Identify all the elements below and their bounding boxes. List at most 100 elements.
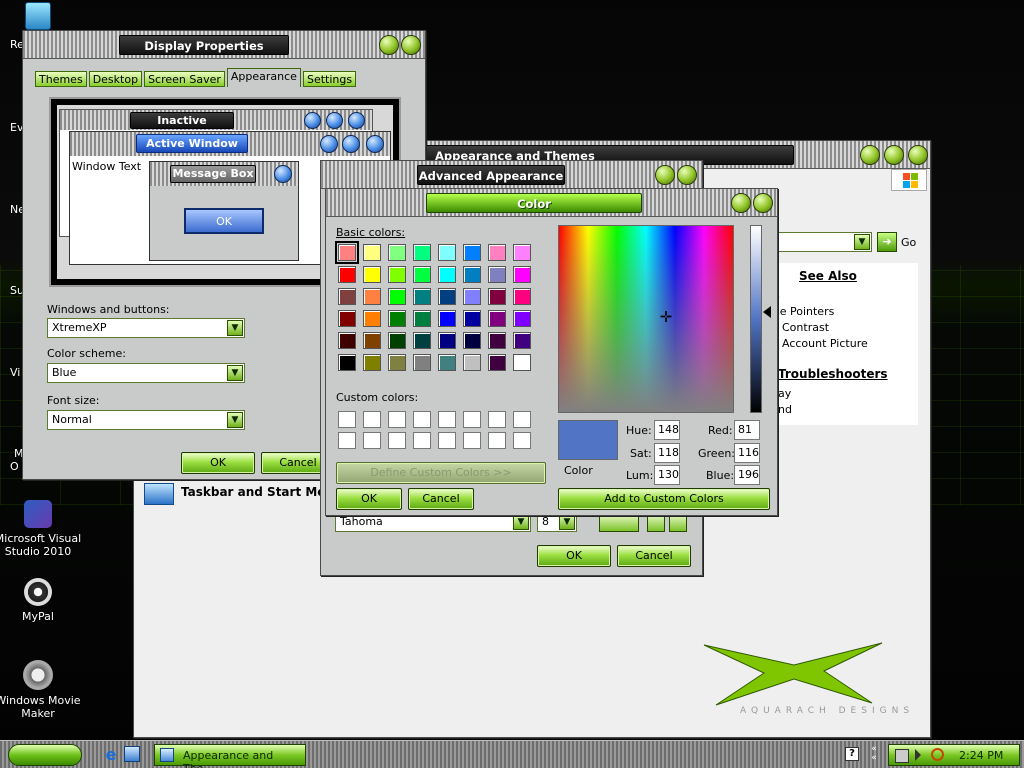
task-appearance-themes[interactable]: Appearance and The... bbox=[154, 744, 306, 768]
green-input[interactable]: 116 bbox=[734, 443, 760, 463]
color-spectrum[interactable] bbox=[558, 225, 734, 413]
basic-color-swatch[interactable] bbox=[513, 354, 531, 371]
basic-color-swatch[interactable] bbox=[388, 288, 406, 305]
ok-button[interactable]: OK bbox=[181, 452, 255, 474]
luminance-slider[interactable] bbox=[750, 225, 762, 413]
see-also-link[interactable]: Contrast bbox=[782, 321, 829, 334]
basic-color-swatch[interactable] bbox=[463, 288, 481, 305]
custom-color-swatch[interactable] bbox=[488, 432, 506, 449]
custom-color-swatch[interactable] bbox=[363, 432, 381, 449]
help-tray-icon[interactable]: ? bbox=[845, 747, 859, 761]
basic-color-swatch[interactable] bbox=[438, 266, 456, 283]
sat-input[interactable]: 118 bbox=[654, 443, 680, 463]
basic-color-swatch[interactable] bbox=[513, 310, 531, 327]
basic-color-swatch[interactable] bbox=[388, 266, 406, 283]
basic-color-swatch[interactable] bbox=[363, 332, 381, 349]
close-button[interactable] bbox=[908, 145, 928, 165]
basic-color-swatch[interactable] bbox=[363, 244, 381, 261]
basic-color-swatch[interactable] bbox=[338, 354, 356, 371]
close-button[interactable] bbox=[677, 165, 697, 185]
custom-color-swatch[interactable] bbox=[363, 411, 381, 428]
lum-input[interactable]: 130 bbox=[654, 465, 680, 485]
windows-buttons-select[interactable]: XtremeXP ▼ bbox=[47, 318, 245, 338]
basic-color-swatch[interactable] bbox=[413, 354, 431, 371]
basic-color-swatch[interactable] bbox=[488, 266, 506, 283]
basic-color-swatch[interactable] bbox=[363, 266, 381, 283]
close-button[interactable] bbox=[401, 35, 421, 55]
red-input[interactable]: 81 bbox=[734, 420, 760, 440]
basic-color-swatch[interactable] bbox=[413, 244, 431, 261]
custom-color-swatch[interactable] bbox=[338, 432, 356, 449]
tab-settings[interactable]: Settings bbox=[302, 71, 357, 87]
troubleshooter-link[interactable]: ay bbox=[778, 387, 791, 400]
hue-input[interactable]: 148 bbox=[654, 420, 680, 440]
custom-color-swatch[interactable] bbox=[338, 411, 356, 428]
basic-color-swatch[interactable] bbox=[513, 244, 531, 261]
basic-color-swatch[interactable] bbox=[488, 288, 506, 305]
luminance-arrow-icon[interactable] bbox=[763, 306, 771, 318]
basic-color-swatch[interactable] bbox=[513, 332, 531, 349]
custom-color-swatch[interactable] bbox=[413, 432, 431, 449]
ok-button[interactable]: OK bbox=[537, 545, 611, 567]
custom-color-swatch[interactable] bbox=[388, 411, 406, 428]
cancel-button[interactable]: Cancel bbox=[408, 488, 474, 510]
internet-explorer-icon[interactable]: e bbox=[102, 746, 120, 764]
basic-color-swatch[interactable] bbox=[338, 332, 356, 349]
basic-color-swatch[interactable] bbox=[488, 244, 506, 261]
basic-color-swatch[interactable] bbox=[463, 244, 481, 261]
desktop-icon-visual-studio[interactable]: Microsoft Visual Studio 2010 bbox=[0, 500, 83, 558]
start-button[interactable] bbox=[8, 744, 82, 766]
custom-color-swatch[interactable] bbox=[463, 432, 481, 449]
go-button[interactable]: ➜ bbox=[877, 232, 897, 252]
basic-color-swatch[interactable] bbox=[363, 310, 381, 327]
basic-color-swatch[interactable] bbox=[513, 288, 531, 305]
basic-color-swatch[interactable] bbox=[338, 266, 356, 283]
basic-color-swatch[interactable] bbox=[488, 354, 506, 371]
go-label[interactable]: Go bbox=[901, 236, 916, 249]
show-desktop-icon[interactable] bbox=[124, 746, 140, 762]
address-bar[interactable]: ▼ bbox=[774, 232, 872, 252]
basic-color-swatch[interactable] bbox=[438, 332, 456, 349]
tab-appearance[interactable]: Appearance bbox=[226, 68, 301, 87]
custom-color-swatch[interactable] bbox=[488, 411, 506, 428]
define-custom-colors-button[interactable]: Define Custom Colors >> bbox=[336, 462, 546, 484]
help-button[interactable] bbox=[379, 35, 399, 55]
custom-color-swatch[interactable] bbox=[438, 432, 456, 449]
chevron-down-icon[interactable]: ▼ bbox=[854, 234, 870, 250]
basic-color-swatch[interactable] bbox=[463, 354, 481, 371]
help-button[interactable] bbox=[655, 165, 675, 185]
basic-color-swatch[interactable] bbox=[388, 354, 406, 371]
basic-color-swatch[interactable] bbox=[388, 244, 406, 261]
close-button[interactable] bbox=[753, 193, 773, 213]
chevron-down-icon[interactable]: ▼ bbox=[227, 365, 243, 381]
custom-color-swatch[interactable] bbox=[513, 432, 531, 449]
basic-color-swatch[interactable] bbox=[388, 332, 406, 349]
basic-color-swatch[interactable] bbox=[438, 310, 456, 327]
basic-color-swatch[interactable] bbox=[363, 354, 381, 371]
see-also-link[interactable]: Account Picture bbox=[782, 337, 868, 350]
see-also-link[interactable]: se Pointers bbox=[774, 305, 834, 318]
basic-color-swatch[interactable] bbox=[413, 332, 431, 349]
help-button[interactable] bbox=[731, 193, 751, 213]
chevron-down-icon[interactable]: ▼ bbox=[227, 412, 243, 428]
basic-color-swatch[interactable] bbox=[413, 266, 431, 283]
custom-color-swatch[interactable] bbox=[513, 411, 531, 428]
basic-color-swatch[interactable] bbox=[438, 354, 456, 371]
blue-input[interactable]: 196 bbox=[734, 465, 760, 485]
basic-color-swatch[interactable] bbox=[388, 310, 406, 327]
ok-button[interactable]: OK bbox=[336, 488, 402, 510]
custom-color-swatch[interactable] bbox=[463, 411, 481, 428]
tab-desktop[interactable]: Desktop bbox=[88, 71, 143, 87]
custom-color-swatch[interactable] bbox=[438, 411, 456, 428]
custom-color-swatch[interactable] bbox=[388, 432, 406, 449]
basic-color-swatch[interactable] bbox=[463, 266, 481, 283]
basic-color-swatch[interactable] bbox=[463, 310, 481, 327]
recycle-bin-icon[interactable] bbox=[25, 2, 51, 30]
basic-color-swatch[interactable] bbox=[413, 310, 431, 327]
troubleshooter-link[interactable]: nd bbox=[778, 403, 792, 416]
color-scheme-select[interactable]: Blue ▼ bbox=[47, 363, 245, 383]
desktop-icon-label[interactable]: O bbox=[10, 460, 19, 473]
volume-icon[interactable] bbox=[915, 749, 921, 761]
chevron-down-icon[interactable]: ▼ bbox=[513, 514, 529, 530]
chevron-down-icon[interactable]: ▼ bbox=[227, 320, 243, 336]
